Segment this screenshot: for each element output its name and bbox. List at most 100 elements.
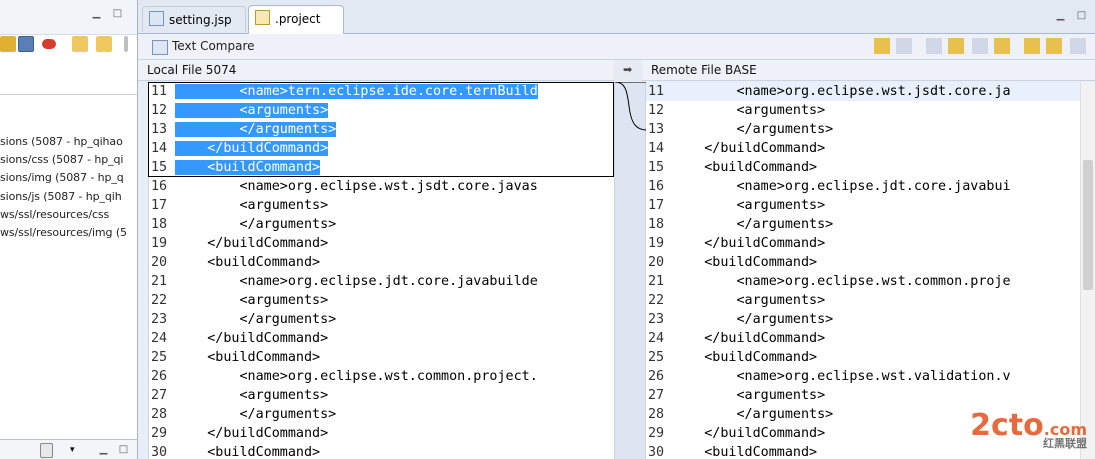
line-number: 29 — [648, 426, 665, 441]
next-change-icon[interactable] — [96, 36, 112, 52]
code-line[interactable]: 24 </buildCommand> — [646, 329, 1080, 348]
line-number: 27 — [648, 388, 665, 403]
ignore-whitespace-icon[interactable] — [896, 38, 912, 54]
tree-item[interactable]: sions/js (5087 - hp_qih — [0, 188, 137, 206]
code-line[interactable]: 28 </arguments> — [149, 405, 615, 424]
line-text: </buildCommand> — [672, 331, 826, 346]
previous-difference-icon[interactable] — [1046, 38, 1062, 54]
code-line[interactable]: 13 </arguments> — [149, 120, 615, 139]
code-line[interactable]: 19 </buildCommand> — [646, 234, 1080, 253]
layout-horizontal-icon[interactable] — [874, 38, 890, 54]
line-number: 23 — [151, 312, 168, 327]
line-number: 14 — [151, 141, 168, 156]
tree-item[interactable]: ws/ssl/resources/css — [0, 206, 137, 224]
chevron-down-icon[interactable]: ▾ — [70, 446, 86, 459]
tree-item[interactable]: sions (5087 - hp_qihao — [0, 133, 137, 151]
code-line[interactable]: 11 <name>org.eclipse.wst.jsdt.core.ja — [646, 82, 1080, 101]
next-change-icon[interactable] — [1070, 38, 1086, 54]
line-text: </buildCommand> — [175, 331, 329, 346]
code-line[interactable]: 11 <name>tern.eclipse.ide.core.ternBuild — [149, 82, 615, 101]
code-line[interactable]: 22 <arguments> — [149, 291, 615, 310]
maximize-icon[interactable]: □ — [118, 444, 129, 455]
vertical-scrollbar[interactable] — [1080, 82, 1095, 459]
compare-toolbar: Text Compare — [138, 34, 1095, 60]
code-line[interactable]: 16 <name>org.eclipse.wst.jsdt.core.javas — [149, 177, 615, 196]
code-line[interactable]: 22 <arguments> — [646, 291, 1080, 310]
line-number: 21 — [151, 274, 168, 289]
code-line[interactable]: 18 </arguments> — [149, 215, 615, 234]
line-text: <arguments> — [672, 293, 826, 308]
line-text: <name>org.eclipse.jdt.core.javabui — [672, 179, 1011, 194]
code-line[interactable]: 26 <name>org.eclipse.wst.common.project. — [149, 367, 615, 386]
minimize-icon[interactable]: ▁ — [91, 8, 102, 19]
line-text: <buildCommand> — [672, 350, 818, 365]
conflict-icon[interactable] — [42, 39, 56, 49]
line-number: 18 — [151, 217, 168, 232]
code-line[interactable]: 12 <arguments> — [646, 101, 1080, 120]
right-code-pane[interactable]: 11 <name>org.eclipse.wst.jsdt.core.ja 12 … — [646, 82, 1080, 459]
code-line[interactable]: 15 <buildCommand> — [646, 158, 1080, 177]
code-line[interactable]: 12 <arguments> — [149, 101, 615, 120]
code-line[interactable]: 21 <name>org.eclipse.jdt.core.javabuilde — [149, 272, 615, 291]
code-line[interactable]: 23 </arguments> — [646, 310, 1080, 329]
tree-item[interactable]: sions/css (5087 - hp_qi — [0, 151, 137, 169]
copy-change-left-icon[interactable] — [948, 38, 964, 54]
copy-change-right-icon[interactable] — [994, 38, 1010, 54]
code-line[interactable]: 29 </buildCommand> — [149, 424, 615, 443]
code-line[interactable]: 23 </arguments> — [149, 310, 615, 329]
maximize-icon[interactable]: □ — [1076, 10, 1087, 21]
tree-item[interactable]: ws/ssl/resources/img (5 — [0, 224, 137, 242]
code-line[interactable]: 20 <buildCommand> — [646, 253, 1080, 272]
code-line[interactable]: 13 </arguments> — [646, 120, 1080, 139]
code-line[interactable]: 19 </buildCommand> — [149, 234, 615, 253]
code-line[interactable]: 18 </arguments> — [646, 215, 1080, 234]
toolbar-overflow-icon[interactable] — [124, 36, 128, 52]
code-line[interactable]: 21 <name>org.eclipse.wst.common.proje — [646, 272, 1080, 291]
new-file-icon[interactable] — [40, 443, 53, 458]
code-line[interactable]: 17 <arguments> — [149, 196, 615, 215]
code-line[interactable]: 26 <name>org.eclipse.wst.validation.v — [646, 367, 1080, 386]
maximize-icon[interactable]: □ — [112, 8, 123, 19]
code-line[interactable]: 25 <buildCommand> — [149, 348, 615, 367]
copy-left-to-right-icon[interactable]: ➡ — [623, 63, 632, 76]
compare-file-icon — [255, 10, 270, 25]
code-line[interactable]: 14 </buildCommand> — [646, 139, 1080, 158]
minimize-icon[interactable]: ▁ — [98, 444, 109, 455]
text-compare-icon — [152, 40, 168, 55]
code-line[interactable]: 24 </buildCommand> — [149, 329, 615, 348]
code-line[interactable]: 17 <arguments> — [646, 196, 1080, 215]
line-number: 23 — [648, 312, 665, 327]
tree-item[interactable]: sions/img (5087 - hp_q — [0, 169, 137, 187]
code-line[interactable]: 14 </buildCommand> — [149, 139, 615, 158]
copy-all-left-icon[interactable] — [926, 38, 942, 54]
line-text: <name>org.eclipse.wst.common.proje — [672, 274, 1011, 289]
next-difference-icon[interactable] — [1024, 38, 1040, 54]
minimize-icon[interactable]: ▁ — [1055, 10, 1066, 21]
line-text: </buildCommand> — [175, 141, 329, 156]
code-line[interactable]: 27 <arguments> — [646, 386, 1080, 405]
left-code-pane[interactable]: 11 <name>tern.eclipse.ide.core.ternBuild… — [148, 82, 615, 459]
line-number: 17 — [648, 198, 665, 213]
code-line[interactable]: 25 <buildCommand> — [646, 348, 1080, 367]
code-line[interactable]: 20 <buildCommand> — [149, 253, 615, 272]
compare-mode-icon[interactable] — [18, 36, 34, 52]
code-line[interactable]: 30 <buildCommand> — [149, 443, 615, 459]
center-header: ➡ — [614, 60, 642, 81]
line-text: </arguments> — [175, 122, 337, 137]
editor-tabbar: setting.jsp .project ✕ ▁ □ — [138, 0, 1095, 52]
line-text: <buildCommand> — [175, 445, 321, 459]
copy-all-right-icon[interactable] — [972, 38, 988, 54]
tab-setting-jsp[interactable]: setting.jsp — [142, 6, 246, 32]
previous-change-icon[interactable] — [72, 36, 88, 52]
line-text: <buildCommand> — [672, 255, 818, 270]
code-line[interactable]: 16 <name>org.eclipse.jdt.core.javabui — [646, 177, 1080, 196]
code-line[interactable]: 27 <arguments> — [149, 386, 615, 405]
code-line[interactable]: 15 <buildCommand> — [149, 158, 615, 177]
synchronize-icon[interactable] — [0, 36, 16, 52]
line-number: 13 — [648, 122, 665, 137]
tab-project[interactable]: .project ✕ — [248, 5, 344, 52]
line-text: </buildCommand> — [672, 236, 826, 251]
scrollbar-thumb[interactable] — [1083, 160, 1093, 290]
line-number: 18 — [648, 217, 665, 232]
line-number: 26 — [151, 369, 168, 384]
